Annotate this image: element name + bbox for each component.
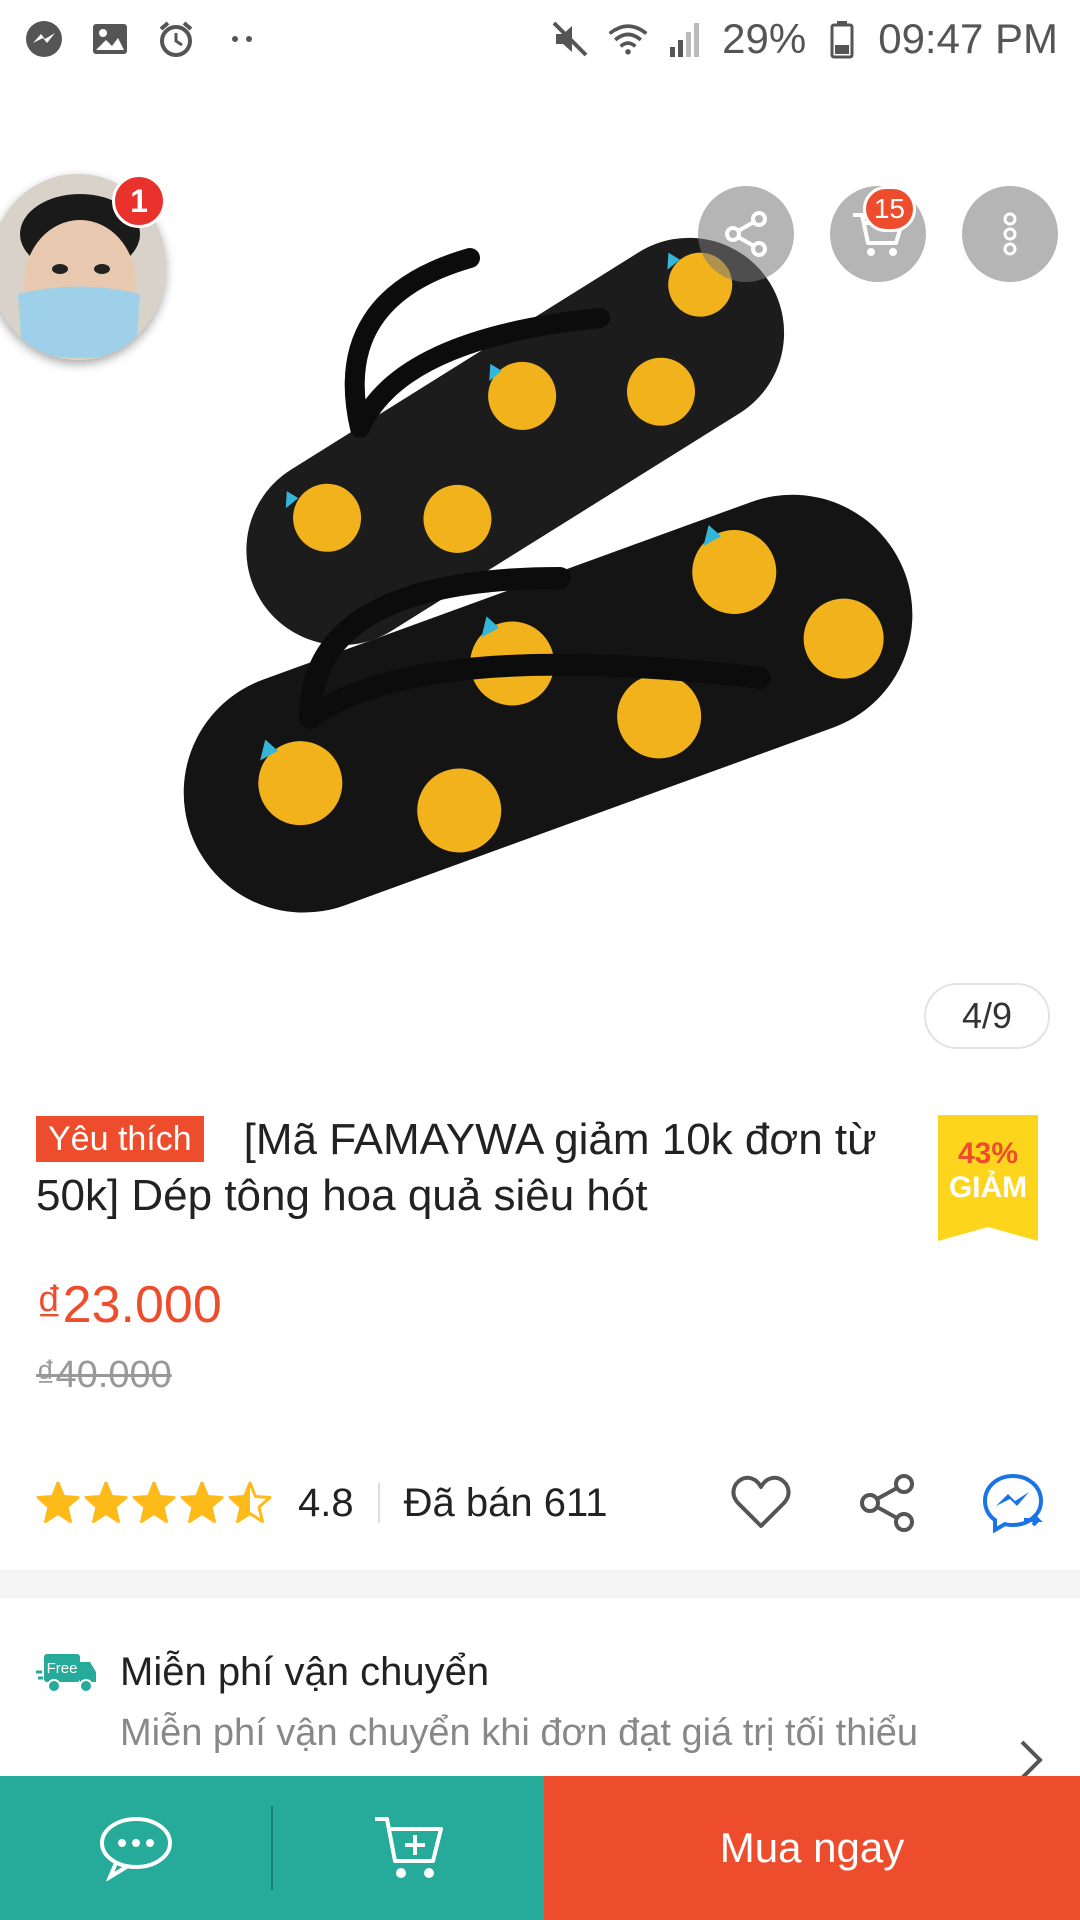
messenger-share-icon[interactable] bbox=[980, 1470, 1046, 1536]
user-avatar-bubble[interactable]: 1 bbox=[0, 174, 166, 360]
heart-icon[interactable] bbox=[728, 1470, 794, 1536]
add-to-cart-button[interactable] bbox=[273, 1776, 544, 1920]
star-icon bbox=[132, 1481, 176, 1523]
original-price: ₫40.000 bbox=[36, 1354, 172, 1396]
star-icon bbox=[36, 1481, 80, 1523]
divider bbox=[377, 1483, 380, 1523]
discount-percent: 43% bbox=[957, 1137, 1019, 1170]
notification-badge: 1 bbox=[112, 174, 166, 228]
share-icon bbox=[725, 211, 767, 257]
share-icon[interactable] bbox=[854, 1470, 920, 1536]
top-actions: 15 bbox=[698, 186, 1058, 282]
battery-icon bbox=[820, 17, 864, 61]
sold-count: Đã bán 611 bbox=[403, 1480, 608, 1525]
bottom-separator bbox=[271, 1776, 273, 1920]
cart-count-badge: 15 bbox=[862, 186, 916, 232]
image-counter: 4/9 bbox=[924, 983, 1050, 1049]
mute-icon bbox=[548, 17, 592, 61]
discount-label: GIẢM bbox=[948, 1171, 1028, 1204]
more-options-button[interactable] bbox=[962, 186, 1058, 282]
share-button[interactable] bbox=[698, 186, 794, 282]
row-actions bbox=[728, 1470, 1046, 1536]
battery-percent: 29% bbox=[722, 15, 807, 62]
star-icon bbox=[180, 1481, 224, 1523]
shipping-description: Miễn phí vận chuyển khi đơn đạt giá trị … bbox=[120, 1712, 919, 1754]
wifi-icon bbox=[606, 17, 650, 61]
shipping-title: Miễn phí vận chuyển bbox=[120, 1650, 490, 1694]
chat-icon bbox=[99, 1817, 172, 1881]
rating-value: 4.8 bbox=[298, 1480, 354, 1525]
cart-button[interactable]: 15 bbox=[830, 186, 926, 282]
messenger-icon bbox=[22, 17, 66, 61]
status-left bbox=[22, 17, 264, 61]
status-bar: 29% 09:47 PM bbox=[0, 0, 1080, 78]
bottom-action-bar: Mua ngay bbox=[0, 1776, 1080, 1920]
more-dots-icon bbox=[220, 17, 264, 61]
star-icon bbox=[84, 1481, 128, 1523]
favorite-tag: Yêu thích bbox=[36, 1116, 204, 1162]
status-right: 29% 09:47 PM bbox=[548, 15, 1058, 63]
section-divider bbox=[0, 1570, 1080, 1598]
free-shipping-icon: Free bbox=[36, 1654, 96, 1693]
more-icon bbox=[1003, 212, 1017, 256]
discount-tag: 43% GIẢM bbox=[938, 1115, 1038, 1241]
buy-now-button[interactable]: Mua ngay bbox=[544, 1776, 1080, 1920]
alarm-icon bbox=[154, 17, 198, 61]
chat-button[interactable] bbox=[0, 1776, 271, 1920]
signal-icon bbox=[664, 17, 708, 61]
rating-row: 4.8 Đã bán 611 bbox=[36, 1468, 1046, 1538]
image-icon bbox=[88, 17, 132, 61]
product-image-carousel[interactable]: 1 15 bbox=[0, 78, 1080, 1068]
product-title-block: Yêu thích [Mã FAMAYWA giảm 10k đơn từ 50k… bbox=[36, 1112, 916, 1224]
add-to-cart-icon bbox=[374, 1817, 443, 1878]
star-icon bbox=[228, 1481, 272, 1523]
clock: 09:47 PM bbox=[878, 15, 1058, 62]
price: ₫23.000 bbox=[36, 1276, 222, 1334]
free-badge-text: Free bbox=[47, 1660, 78, 1677]
rating-stars bbox=[36, 1481, 272, 1525]
